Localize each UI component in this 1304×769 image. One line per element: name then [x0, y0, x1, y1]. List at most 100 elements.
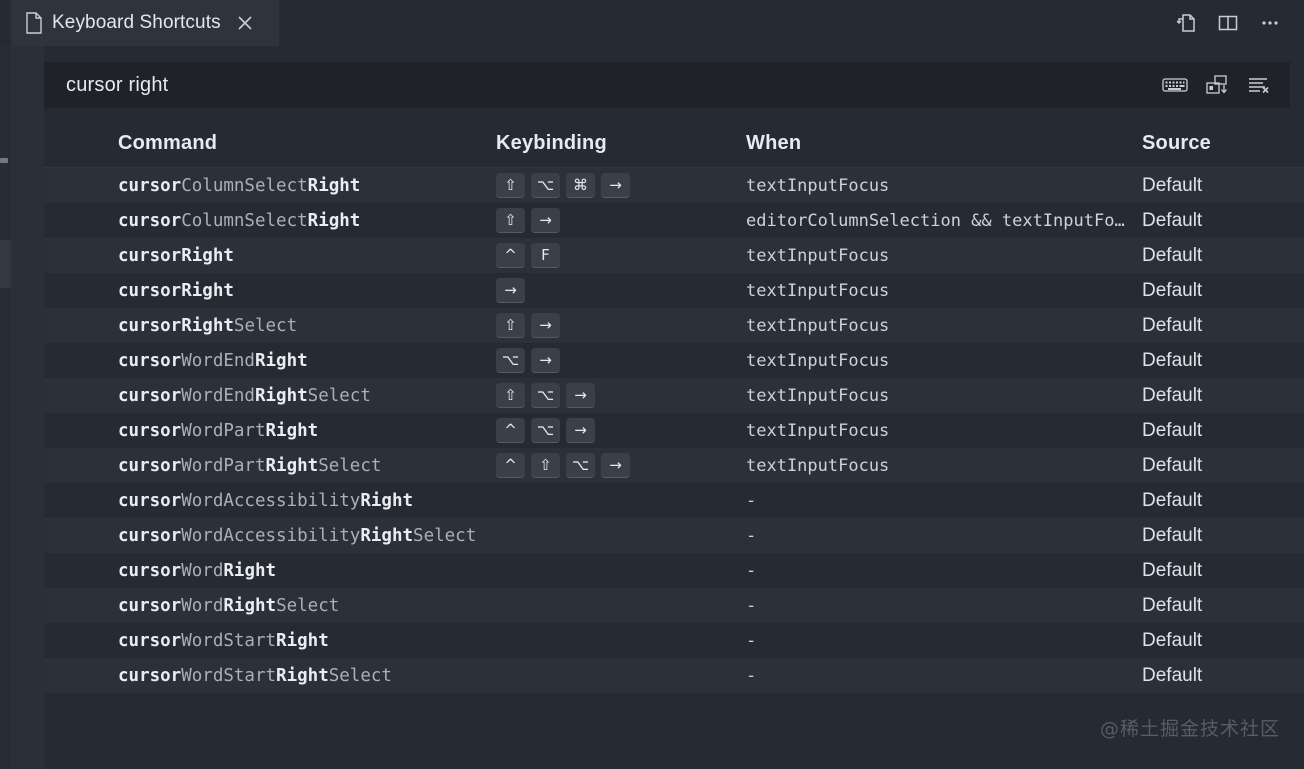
cell-source: Default — [1130, 630, 1304, 652]
cell-when: - — [734, 561, 1130, 581]
activity-bar-active-indicator[interactable] — [0, 240, 11, 288]
tab-bar: Keyboard Shortcuts — [0, 0, 1304, 46]
table-row[interactable]: cursorWordEndRight⌥→textInputFocusDefaul… — [44, 343, 1304, 378]
cell-keybinding[interactable]: ⇧⌥⌘→ — [482, 173, 734, 198]
cell-command: cursorWordAccessibilityRightSelect — [104, 526, 482, 546]
key-chip: → — [566, 418, 595, 443]
key-chip: ⌥ — [566, 453, 595, 478]
table-row[interactable]: cursorWordEndRightSelect⇧⌥→textInputFocu… — [44, 378, 1304, 413]
table-body: cursorColumnSelectRight⇧⌥⌘→textInputFocu… — [44, 168, 1304, 693]
cell-keybinding[interactable]: ⇧→ — [482, 313, 734, 338]
key-chip: → — [531, 348, 560, 373]
key-chip: ⇧ — [496, 173, 525, 198]
cell-command: cursorWordPartRight — [104, 421, 482, 441]
record-keys-icon[interactable] — [1162, 74, 1188, 96]
key-chip: ⇧ — [496, 208, 525, 233]
activity-bar-icon-partial[interactable] — [0, 158, 8, 163]
search-input[interactable]: cursor right — [44, 74, 1162, 97]
clear-keybindings-search-icon[interactable] — [1246, 74, 1272, 96]
cell-command: cursorWordRightSelect — [104, 596, 482, 616]
key-chip: ⌥ — [496, 348, 525, 373]
cell-when: - — [734, 631, 1130, 651]
cell-when: textInputFocus — [734, 176, 1130, 196]
cell-keybinding[interactable]: ^⇧⌥→ — [482, 453, 734, 478]
cell-when: - — [734, 491, 1130, 511]
key-chip: ⌥ — [531, 383, 560, 408]
tab-bar-empty-space — [279, 0, 1174, 46]
cell-command: cursorRight — [104, 281, 482, 301]
table-row[interactable]: cursorRight^FtextInputFocusDefault — [44, 238, 1304, 273]
cell-source: Default — [1130, 490, 1304, 512]
table-row[interactable]: cursorWordStartRight -Default — [44, 623, 1304, 658]
cell-source: Default — [1130, 560, 1304, 582]
cell-source: Default — [1130, 315, 1304, 337]
cell-when: textInputFocus — [734, 316, 1130, 336]
cell-source: Default — [1130, 525, 1304, 547]
cell-source: Default — [1130, 210, 1304, 232]
table-row[interactable]: cursorWordPartRight^⌥→textInputFocusDefa… — [44, 413, 1304, 448]
table-row[interactable]: cursorRight→textInputFocusDefault — [44, 273, 1304, 308]
cell-when: - — [734, 596, 1130, 616]
table-row[interactable]: cursorWordPartRightSelect^⇧⌥→textInputFo… — [44, 448, 1304, 483]
cell-source: Default — [1130, 385, 1304, 407]
table-row[interactable]: cursorColumnSelectRight⇧→editorColumnSel… — [44, 203, 1304, 238]
cell-command: cursorWordPartRightSelect — [104, 456, 482, 476]
split-editor-icon[interactable] — [1216, 11, 1240, 35]
cell-keybinding[interactable]: ^F — [482, 243, 734, 268]
sort-by-precedence-icon[interactable] — [1204, 74, 1230, 96]
open-keyboard-shortcuts-json-icon[interactable] — [1174, 11, 1198, 35]
table-row[interactable]: cursorWordRight -Default — [44, 553, 1304, 588]
editor-actions — [1174, 0, 1304, 46]
sidebar-strip — [11, 40, 44, 769]
key-chip: ⌥ — [531, 173, 560, 198]
key-chip: → — [601, 453, 630, 478]
cell-command: cursorWordEndRightSelect — [104, 386, 482, 406]
table-header-row: Command Keybinding When Source — [44, 120, 1304, 168]
table-row[interactable]: cursorColumnSelectRight⇧⌥⌘→textInputFocu… — [44, 168, 1304, 203]
table-row[interactable]: cursorWordStartRightSelect-Default — [44, 658, 1304, 693]
cell-when: textInputFocus — [734, 456, 1130, 476]
cell-command: cursorWordRight — [104, 561, 482, 581]
column-header-command[interactable]: Command — [104, 132, 482, 155]
table-row[interactable]: cursorWordAccessibilityRight -Default — [44, 483, 1304, 518]
column-header-source[interactable]: Source — [1130, 132, 1304, 155]
cell-keybinding[interactable]: ^⌥→ — [482, 418, 734, 443]
key-chip: → — [531, 313, 560, 338]
column-header-when[interactable]: When — [734, 132, 1130, 155]
cell-source: Default — [1130, 420, 1304, 442]
cell-command: cursorWordStartRight — [104, 631, 482, 651]
key-chip: → — [531, 208, 560, 233]
close-icon[interactable] — [234, 12, 256, 34]
table-row[interactable]: cursorWordRightSelect -Default — [44, 588, 1304, 623]
cell-keybinding[interactable]: ⇧⌥→ — [482, 383, 734, 408]
tab-label: Keyboard Shortcuts — [52, 12, 221, 34]
keybindings-search-bar[interactable]: cursor right — [44, 62, 1290, 108]
cell-when: - — [734, 526, 1130, 546]
cell-source: Default — [1130, 455, 1304, 477]
cell-when: textInputFocus — [734, 351, 1130, 371]
column-header-keybinding[interactable]: Keybinding — [482, 132, 734, 155]
more-actions-icon[interactable] — [1258, 11, 1282, 35]
table-row[interactable]: cursorRightSelect⇧→textInputFocusDefault — [44, 308, 1304, 343]
keyboard-shortcuts-editor: Keyboard Shortcuts — [0, 0, 1304, 769]
keybindings-table: Command Keybinding When Source cursorCol… — [44, 120, 1304, 769]
cell-command: cursorRightSelect — [104, 316, 482, 336]
cell-command: cursorWordAccessibilityRight — [104, 491, 482, 511]
tab-keyboard-shortcuts[interactable]: Keyboard Shortcuts — [11, 0, 279, 46]
activity-bar[interactable] — [0, 40, 11, 769]
table-row[interactable]: cursorWordAccessibilityRightSelect -Defau… — [44, 518, 1304, 553]
key-chip: F — [531, 243, 560, 268]
cell-source: Default — [1130, 350, 1304, 372]
watermark: @稀土掘金技术社区 — [1100, 714, 1280, 741]
cell-keybinding[interactable]: → — [482, 278, 734, 303]
cell-source: Default — [1130, 280, 1304, 302]
cell-source: Default — [1130, 595, 1304, 617]
cell-command: cursorColumnSelectRight — [104, 211, 482, 231]
cell-keybinding[interactable]: ⇧→ — [482, 208, 734, 233]
cell-command: cursorRight — [104, 246, 482, 266]
key-chip: ^ — [496, 243, 525, 268]
cell-keybinding[interactable]: ⌥→ — [482, 348, 734, 373]
key-chip: ^ — [496, 418, 525, 443]
cell-when: textInputFocus — [734, 386, 1130, 406]
cell-when: textInputFocus — [734, 421, 1130, 441]
